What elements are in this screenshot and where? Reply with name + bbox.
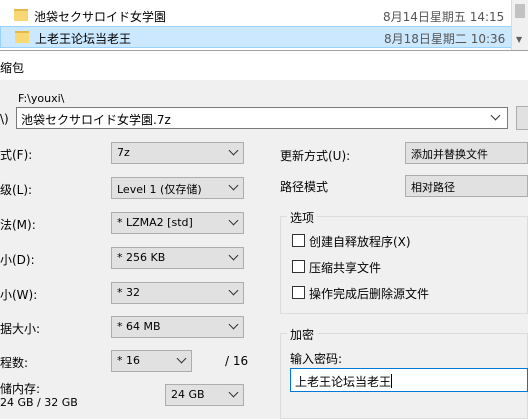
folder-icon (15, 31, 29, 43)
threads-max: / 16 (225, 354, 249, 368)
chevron-down-icon (229, 182, 239, 192)
update-value: 添加并替换文件 (411, 148, 488, 161)
sfx-label: 创建自释放程序(X) (309, 235, 411, 249)
format-value: 7z (117, 146, 130, 159)
threads-value: * 16 (117, 354, 140, 367)
archive-label: \) (0, 112, 9, 126)
shared-files-label: 压缩共享文件 (309, 261, 382, 275)
chevron-down-icon (229, 321, 239, 331)
checkbox-icon[interactable] (292, 260, 305, 273)
update-label: 更新方式(U): (280, 149, 351, 163)
level-value: Level 1 (仅存储) (117, 183, 202, 196)
memory-select[interactable]: 24 GB (165, 384, 244, 406)
password-input[interactable]: 上老王论坛当老王 (290, 368, 528, 392)
solid-value: * 64 MB (117, 320, 161, 333)
path-mode-value: 相对路径 (411, 181, 455, 194)
chevron-down-icon (229, 217, 239, 227)
file-name: 池袋セクサロイド女学園 (34, 10, 167, 24)
chevron-down-icon (177, 355, 187, 365)
file-date: 8月18日星期二 10:36 (384, 32, 506, 46)
options-title: 选项 (287, 209, 318, 226)
memory-value: 24 GB (171, 388, 205, 401)
delete-after-label: 操作完成后删除源文件 (309, 287, 430, 301)
delete-after-checkbox[interactable]: 操作完成后删除源文件 (292, 285, 492, 301)
encryption-title: 加密 (287, 326, 318, 343)
checkbox-icon[interactable] (292, 234, 305, 247)
chevron-down-icon (229, 252, 239, 262)
threads-label: 程数: (0, 356, 29, 370)
memory-usage: 24 GB / 32 GB (0, 396, 78, 409)
dict-select[interactable]: * 256 KB (111, 247, 244, 269)
memory-label: 储内存: (0, 382, 41, 396)
method-select[interactable]: * LZMA2 [std] (111, 212, 244, 234)
format-select[interactable]: 7z (111, 142, 244, 164)
dialog-titlebar: 缩包 (0, 50, 528, 80)
file-row[interactable]: 池袋セクサロイド女学園 8月14日星期五 14:15 (0, 5, 528, 27)
dialog-title: 缩包 (0, 61, 25, 75)
chevron-down-icon[interactable] (491, 112, 501, 122)
method-value: * LZMA2 [std] (117, 216, 193, 229)
dict-label: 小(D): (0, 253, 35, 267)
password-label: 输入密码: (290, 352, 343, 366)
scrollbar-thumb[interactable] (515, 4, 525, 18)
update-select[interactable]: 添加并替换文件 (405, 142, 528, 164)
dict-value: * 256 KB (117, 251, 166, 264)
method-label: 法(M): (0, 218, 36, 232)
path-mode-label: 路径模式 (280, 180, 329, 194)
threads-select[interactable]: * 16 (111, 350, 192, 372)
solid-label: 据大小: (0, 322, 41, 336)
solid-select[interactable]: * 64 MB (111, 316, 244, 338)
folder-icon (14, 9, 28, 21)
scroll-down-icon[interactable]: ▼ (516, 35, 522, 44)
level-select[interactable]: Level 1 (仅存储) (111, 177, 244, 199)
checkbox-icon[interactable] (292, 286, 305, 299)
word-value: * 32 (117, 286, 140, 299)
file-date: 8月14日星期五 14:15 (383, 10, 505, 24)
format-label: 式(F): (0, 148, 33, 162)
file-row-selected[interactable]: 上老王论坛当老王 8月18日星期二 10:36 (0, 26, 528, 48)
path-mode-select[interactable]: 相对路径 (405, 175, 528, 197)
level-label: 级(L): (0, 183, 33, 197)
archive-directory: F:\youxi\ (18, 92, 65, 105)
sfx-checkbox[interactable]: 创建自释放程序(X) (292, 233, 492, 249)
file-name: 上老王论坛当老王 (35, 32, 132, 46)
archive-path-input[interactable]: 池袋セクサロイド女学園.7z (16, 107, 508, 129)
archive-path-value: 池袋セクサロイド女学園.7z (21, 113, 171, 127)
chevron-down-icon (229, 389, 239, 399)
chevron-down-icon (229, 147, 239, 157)
word-label: 小(W): (0, 288, 38, 302)
password-value: 上老王论坛当老王 (295, 374, 393, 389)
word-select[interactable]: * 32 (111, 282, 244, 304)
explorer-scrollbar[interactable]: ▼ (511, 0, 528, 50)
browse-button[interactable] (516, 106, 528, 130)
file-explorer-list: 池袋セクサロイド女学園 8月14日星期五 14:15 上老王论坛当老王 8月18… (0, 0, 528, 50)
chevron-down-icon (229, 287, 239, 297)
shared-files-checkbox[interactable]: 压缩共享文件 (292, 259, 492, 275)
